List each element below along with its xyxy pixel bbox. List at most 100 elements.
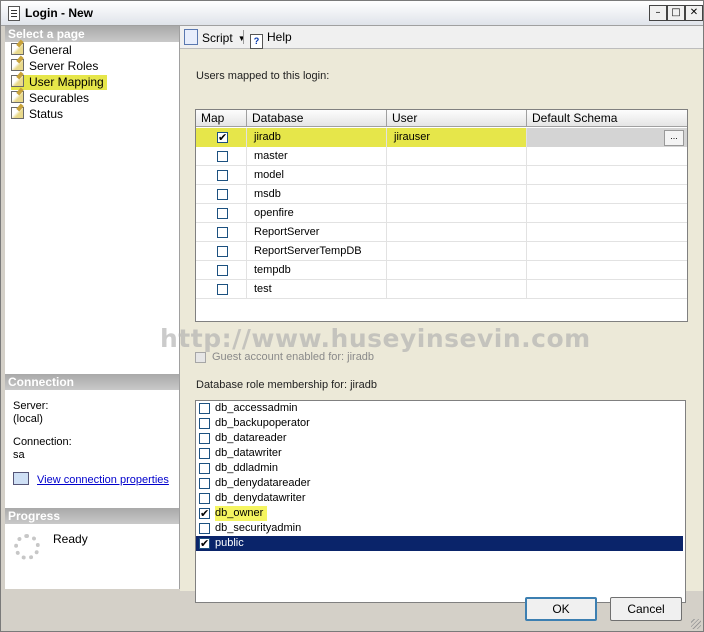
map-checkbox[interactable] [217,284,228,295]
default-schema-cell[interactable] [527,223,687,242]
default-schema-cell[interactable] [527,147,687,166]
default-schema-cell[interactable] [527,261,687,280]
map-cell[interactable] [196,280,247,299]
column-header-map[interactable]: Map [196,110,247,127]
user-cell[interactable] [387,280,527,299]
role-checkbox[interactable]: ✔ [199,508,210,519]
default-schema-cell[interactable] [527,166,687,185]
cancel-button[interactable]: Cancel [610,597,682,621]
map-checkbox[interactable] [217,170,228,181]
view-connection-properties[interactable]: View connection properties [13,472,169,487]
default-schema-cell[interactable] [527,242,687,261]
close-button[interactable]: ✕ [685,5,703,21]
progress-status: Ready [53,532,88,546]
help-button[interactable]: ? Help [250,29,292,49]
guest-account-label: Guest account enabled for: jiradb [212,351,375,363]
role-item[interactable]: db_datareader [196,431,683,446]
role-checkbox[interactable] [199,523,210,534]
dropdown-arrow-icon[interactable]: ▼ [238,34,246,43]
user-cell[interactable]: jirauser [387,128,527,147]
role-name: db_datareader [215,432,287,444]
ok-button[interactable]: OK [525,597,597,621]
database-cell: openfire [247,204,387,223]
role-checkbox[interactable] [199,448,210,459]
map-cell[interactable]: ✔ [196,128,247,147]
page-securables[interactable]: Securables [11,91,92,106]
title-bar: Login - New – □ ✕ [1,1,703,26]
column-header-user[interactable]: User [387,110,527,127]
role-item[interactable]: db_accessadmin [196,401,683,416]
role-item[interactable]: db_denydatareader [196,476,683,491]
guest-account-checkbox[interactable]: Guest account enabled for: jiradb [195,351,435,365]
role-item[interactable]: ✔ db_owner [196,506,683,521]
resize-grip-icon[interactable] [691,619,701,629]
role-checkbox[interactable] [199,463,210,474]
role-item[interactable]: ✔ public [196,536,683,551]
column-header-database[interactable]: Database [247,110,387,127]
map-checkbox[interactable] [217,189,228,200]
role-item[interactable]: db_denydatawriter [196,491,683,506]
page-user-mapping[interactable]: User Mapping [11,75,107,90]
role-item[interactable]: db_datawriter [196,446,683,461]
script-button[interactable]: Script ▼ [184,29,246,45]
role-name: db_datawriter [215,447,282,459]
guest-checkbox-box[interactable] [195,352,206,363]
page-icon [11,107,24,119]
map-checkbox[interactable] [217,246,228,257]
role-checkbox[interactable] [199,493,210,504]
map-cell[interactable] [196,185,247,204]
user-cell[interactable] [387,223,527,242]
map-checkbox[interactable] [217,227,228,238]
role-checkbox[interactable]: ✔ [199,538,210,549]
role-item[interactable]: db_backupoperator [196,416,683,431]
map-checkbox[interactable] [217,208,228,219]
mapping-row[interactable]: ReportServer [196,223,687,242]
default-schema-cell[interactable]: ... [527,128,687,147]
user-cell[interactable] [387,147,527,166]
mapping-row[interactable]: model [196,166,687,185]
user-cell[interactable] [387,204,527,223]
mapping-row[interactable]: ✔ jiradb jirauser... [196,128,687,147]
browse-schema-button[interactable]: ... [664,130,684,146]
default-schema-cell[interactable] [527,280,687,299]
map-cell[interactable] [196,166,247,185]
user-cell[interactable] [387,185,527,204]
mapping-row[interactable]: ReportServerTempDB [196,242,687,261]
mapping-row[interactable]: master [196,147,687,166]
role-name: public [215,537,244,549]
connection-header: Connection [5,374,179,390]
column-header-default-schema[interactable]: Default Schema [527,110,687,127]
role-item[interactable]: db_securityadmin [196,521,683,536]
database-cell: ReportServerTempDB [247,242,387,261]
map-checkbox[interactable] [217,265,228,276]
map-cell[interactable] [196,147,247,166]
mapping-row[interactable]: test [196,280,687,299]
default-schema-cell[interactable] [527,204,687,223]
mapping-row[interactable]: openfire [196,204,687,223]
role-checkbox[interactable] [199,433,210,444]
minimize-button[interactable]: – [649,5,667,21]
user-cell[interactable] [387,242,527,261]
map-cell[interactable] [196,204,247,223]
page-server-roles[interactable]: Server Roles [11,59,101,74]
role-name: db_securityadmin [215,522,302,534]
mapping-row[interactable]: msdb [196,185,687,204]
maximize-button[interactable]: □ [667,5,685,21]
role-checkbox[interactable] [199,403,210,414]
user-cell[interactable] [387,261,527,280]
role-item[interactable]: db_ddladmin [196,461,683,476]
role-name: db_accessadmin [215,402,298,414]
map-cell[interactable] [196,223,247,242]
mapping-row[interactable]: tempdb [196,261,687,280]
map-checkbox[interactable] [217,151,228,162]
map-cell[interactable] [196,242,247,261]
left-panel: Select a page General Server Roles User … [5,26,180,589]
user-cell[interactable] [387,166,527,185]
role-checkbox[interactable] [199,418,210,429]
map-checkbox[interactable]: ✔ [217,132,228,143]
default-schema-cell[interactable] [527,185,687,204]
page-status[interactable]: Status [11,107,66,122]
login-new-dialog: Login - New – □ ✕ Select a page General … [0,0,704,632]
role-checkbox[interactable] [199,478,210,489]
map-cell[interactable] [196,261,247,280]
